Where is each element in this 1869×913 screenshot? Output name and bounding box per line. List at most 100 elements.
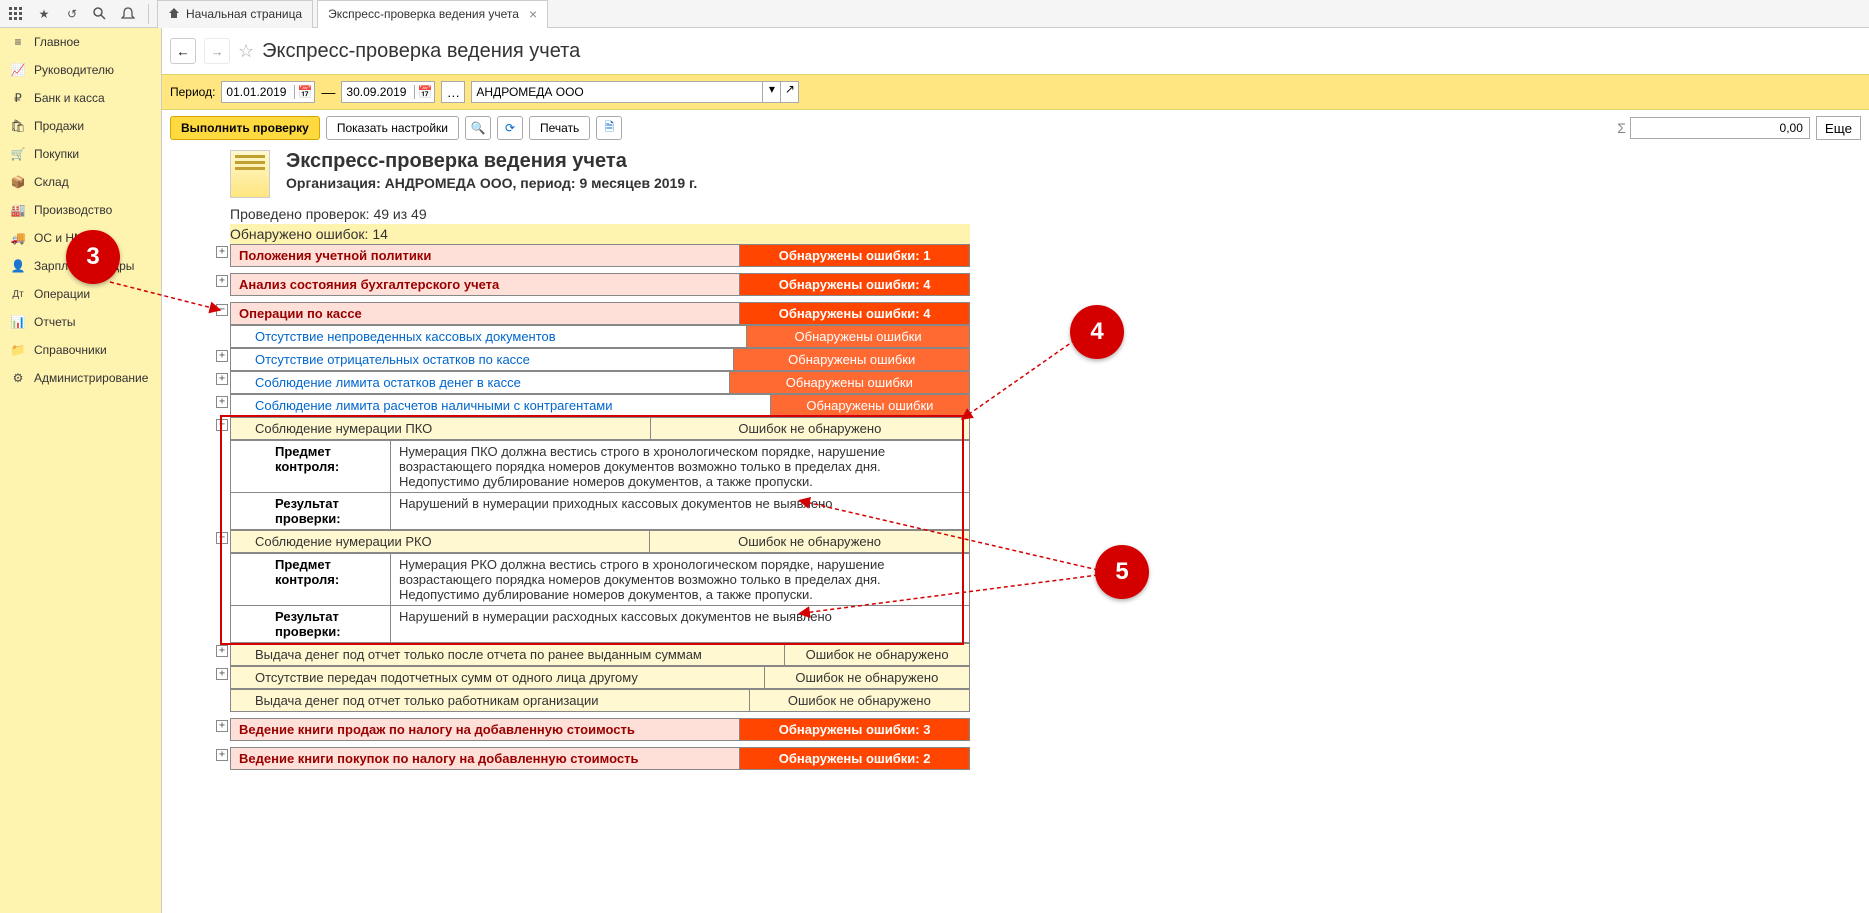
report-area: Экспресс-проверка ведения учета Организа… (162, 146, 1869, 913)
report-title: Экспресс-проверка ведения учета (286, 150, 697, 173)
check-name[interactable]: Соблюдение нумерации РКО (231, 531, 650, 553)
favorite-icon[interactable]: ☆ (238, 41, 254, 62)
expand-toggle[interactable]: + (216, 275, 228, 287)
expand-toggle[interactable]: + (216, 668, 228, 680)
chevron-down-icon[interactable]: ▾ (762, 82, 780, 102)
sigma-icon: Σ (1617, 120, 1626, 136)
date-from-input[interactable]: 📅 (221, 81, 315, 103)
refresh-button[interactable]: ⟳ (497, 116, 523, 140)
document-icon (230, 150, 270, 198)
annotation-4: 4 (1070, 305, 1124, 359)
sidebar-item-bank[interactable]: ₽Банк и касса (0, 84, 161, 112)
sidebar-item-production[interactable]: 🏭Производство (0, 196, 161, 224)
sidebar-item-refs[interactable]: 📁Справочники (0, 336, 161, 364)
open-icon[interactable]: ↗ (780, 82, 798, 102)
page-title: Экспресс-проверка ведения учета (262, 40, 580, 63)
check-name[interactable]: Соблюдение лимита расчетов наличными с к… (231, 395, 771, 417)
section-name[interactable]: Ведение книги продаж по налогу на добавл… (231, 719, 740, 741)
check-status: Обнаружены ошибки (734, 349, 970, 371)
detail-result-label: Результат проверки: (231, 493, 391, 530)
annotation-5: 5 (1095, 545, 1149, 599)
expand-toggle[interactable]: + (216, 720, 228, 732)
detail-result: Нарушений в нумерации расходных кассовых… (391, 606, 970, 643)
org-field[interactable] (472, 82, 762, 102)
tab-current-label: Экспресс-проверка ведения учета (328, 7, 519, 21)
main: ← → ☆ Экспресс-проверка ведения учета Пе… (162, 28, 1869, 913)
history-icon[interactable]: ↺ (60, 2, 84, 26)
expand-toggle[interactable]: + (216, 246, 228, 258)
report-subtitle: Организация: АНДРОМЕДА ООО, период: 9 ме… (286, 175, 697, 191)
check-name[interactable]: Выдача денег под отчет только работникам… (231, 690, 750, 712)
section-status: Обнаружены ошибки: 4 (740, 303, 970, 325)
section-name[interactable]: Положения учетной политики (231, 245, 740, 267)
ops-icon: Дт (10, 286, 26, 302)
calendar-icon[interactable]: 📅 (294, 85, 314, 99)
sidebar-item-admin[interactable]: ⚙Администрирование (0, 364, 161, 392)
expand-toggle[interactable]: + (216, 645, 228, 657)
check-name[interactable]: Отсутствие отрицательных остатков по кас… (231, 349, 734, 371)
collapse-toggle[interactable]: − (216, 419, 228, 431)
collapse-toggle[interactable]: − (216, 532, 228, 544)
check-status: Ошибок не обнаружено (749, 690, 969, 712)
section-status: Обнаружены ошибки: 2 (740, 748, 970, 770)
checks-done: Проведено проверок: 49 из 49 (230, 204, 1861, 224)
sidebar-item-sales[interactable]: 🛍Продажи (0, 112, 161, 140)
sidebar-item-reports[interactable]: 📊Отчеты (0, 308, 161, 336)
section-name[interactable]: Ведение книги покупок по налогу на добав… (231, 748, 740, 770)
tab-home[interactable]: Начальная страница (157, 0, 313, 28)
check-name[interactable]: Соблюдение нумерации ПКО (231, 418, 651, 440)
date-to-field[interactable] (342, 85, 414, 99)
detail-result-label: Результат проверки: (231, 606, 391, 643)
period-picker-button[interactable]: … (441, 81, 465, 103)
print-button[interactable]: Печать (529, 116, 590, 140)
section-status: Обнаружены ошибки: 3 (740, 719, 970, 741)
star-icon[interactable]: ★ (32, 2, 56, 26)
check-status: Обнаружены ошибки (729, 372, 969, 394)
gear-icon: ⚙ (10, 370, 26, 386)
apps-icon[interactable] (4, 2, 28, 26)
expand-toggle[interactable]: + (216, 373, 228, 385)
more-button[interactable]: Еще (1816, 116, 1861, 140)
errors-found: Обнаружено ошибок: 14 (230, 224, 970, 244)
check-name[interactable]: Соблюдение лимита остатков денег в кассе (231, 372, 730, 394)
preview-button[interactable]: 🗎 (596, 116, 622, 140)
check-name[interactable]: Выдача денег под отчет только после отче… (231, 644, 785, 666)
expand-toggle[interactable]: + (216, 749, 228, 761)
check-name[interactable]: Отсутствие непроведенных кассовых докуме… (231, 326, 747, 348)
tab-current[interactable]: Экспресс-проверка ведения учета × (317, 0, 548, 28)
check-status: Ошибок не обнаружено (650, 531, 970, 553)
collapse-toggle[interactable]: − (216, 304, 228, 316)
expand-toggle[interactable]: + (216, 396, 228, 408)
menu-icon: ≡ (10, 34, 26, 50)
sidebar-item-operations[interactable]: ДтОперации (0, 280, 161, 308)
section-name[interactable]: Анализ состояния бухгалтерского учета (231, 274, 740, 296)
back-button[interactable]: ← (170, 38, 196, 64)
run-check-button[interactable]: Выполнить проверку (170, 116, 320, 140)
sidebar-item-manager[interactable]: 📈Руководителю (0, 56, 161, 84)
bars-icon: 📊 (10, 314, 26, 330)
find-button[interactable]: 🔍 (465, 116, 491, 140)
sidebar-item-purchases[interactable]: 🛒Покупки (0, 140, 161, 168)
detail-subject-label: Предмет контроля: (231, 441, 391, 493)
org-select[interactable]: ▾ ↗ (471, 81, 799, 103)
search-icon[interactable] (88, 2, 112, 26)
sum-field[interactable] (1630, 117, 1810, 139)
section-status: Обнаружены ошибки: 4 (740, 274, 970, 296)
bell-icon[interactable] (116, 2, 140, 26)
date-to-input[interactable]: 📅 (341, 81, 435, 103)
dash: — (321, 84, 335, 100)
factory-icon: 🏭 (10, 202, 26, 218)
period-label: Период: (170, 85, 215, 99)
calendar-icon[interactable]: 📅 (414, 85, 434, 99)
section-name[interactable]: Операции по кассе (231, 303, 740, 325)
divider (148, 4, 149, 24)
show-settings-button[interactable]: Показать настройки (326, 116, 459, 140)
forward-button[interactable]: → (204, 38, 230, 64)
check-name[interactable]: Отсутствие передач подотчетных сумм от о… (231, 667, 765, 689)
close-icon[interactable]: × (529, 6, 537, 22)
sidebar-item-stock[interactable]: 📦Склад (0, 168, 161, 196)
sidebar-item-main[interactable]: ≡Главное (0, 28, 161, 56)
person-icon: 👤 (10, 258, 26, 274)
date-from-field[interactable] (222, 85, 294, 99)
expand-toggle[interactable]: + (216, 350, 228, 362)
